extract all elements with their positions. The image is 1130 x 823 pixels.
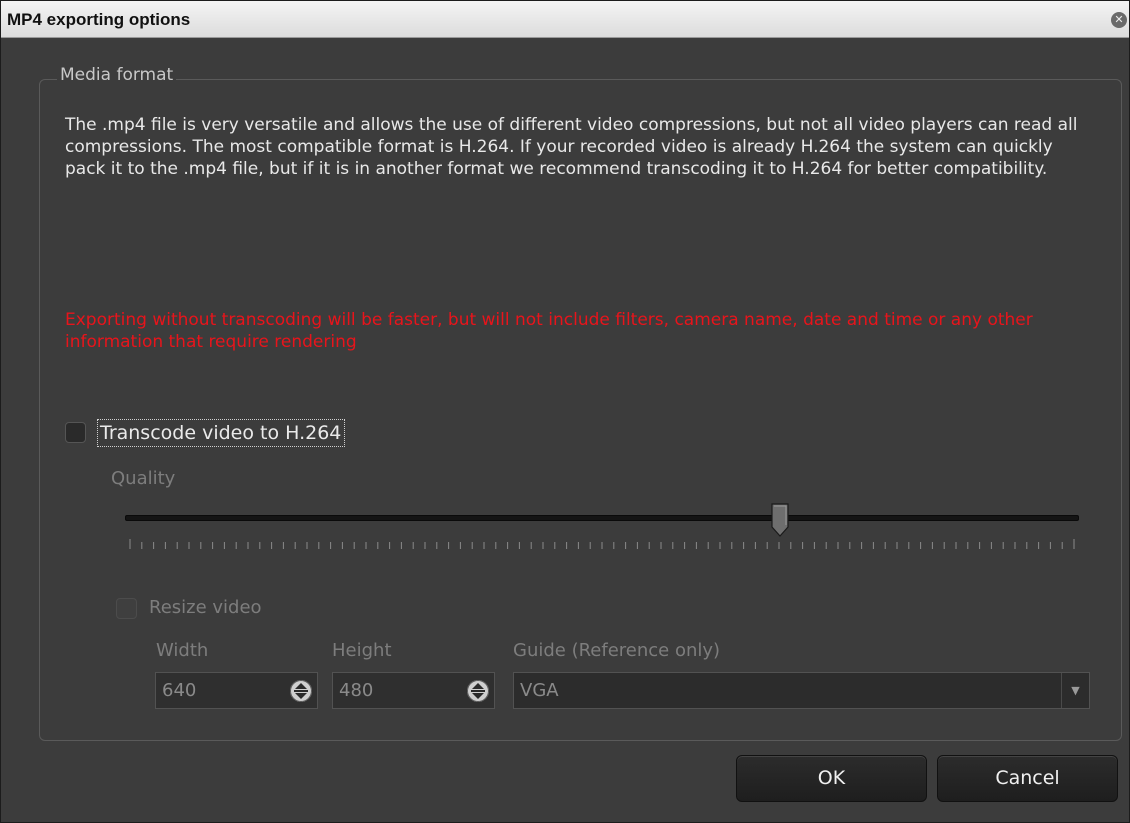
height-value: 480 (339, 680, 374, 701)
width-spinbox[interactable]: 640 (155, 672, 318, 709)
dialog-title: MP4 exporting options (7, 10, 191, 29)
guide-select[interactable]: VGA ▼ (513, 672, 1090, 709)
transcode-checkbox-label[interactable]: Transcode video to H.264 (97, 419, 346, 447)
spin-arrows-icon[interactable] (467, 680, 489, 702)
resize-video-checkbox[interactable] (116, 598, 137, 619)
format-description: The .mp4 file is very versatile and allo… (65, 115, 1078, 179)
quality-label: Quality (111, 468, 176, 489)
quality-slider-track[interactable] (125, 515, 1079, 521)
height-spinbox[interactable]: 480 (332, 672, 495, 709)
quality-slider-thumb[interactable] (771, 503, 789, 537)
transcode-checkbox[interactable] (65, 422, 86, 443)
mp4-export-dialog: MP4 exporting options ✕ Media format The… (0, 0, 1130, 823)
guide-selected-value: VGA (520, 680, 559, 701)
guide-label: Guide (Reference only) (513, 640, 721, 661)
ok-button[interactable]: OK (736, 755, 927, 802)
media-format-legend: Media format (57, 65, 177, 85)
quality-slider-ticks (129, 539, 1075, 549)
transcode-warning: Exporting without transcoding will be fa… (65, 310, 1033, 352)
cancel-button[interactable]: Cancel (937, 755, 1118, 802)
title-bar[interactable]: MP4 exporting options ✕ (1, 1, 1129, 38)
close-icon[interactable]: ✕ (1111, 12, 1127, 28)
resize-video-label[interactable]: Resize video (149, 597, 262, 618)
spin-arrows-icon[interactable] (290, 680, 312, 702)
width-label: Width (156, 640, 209, 661)
chevron-down-icon[interactable]: ▼ (1061, 673, 1089, 708)
width-value: 640 (162, 680, 197, 701)
height-label: Height (332, 640, 392, 661)
